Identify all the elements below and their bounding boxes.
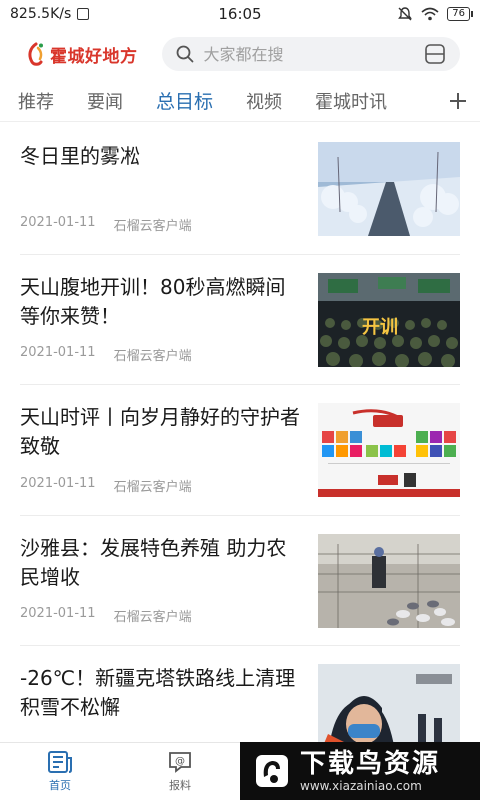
news-date: 2021-01-11 bbox=[20, 345, 96, 360]
tab-video[interactable]: 视频 bbox=[246, 88, 282, 114]
news-title: 沙雅县：发展特色养殖 助力农民增收 bbox=[20, 535, 287, 589]
app-logo: 霍城好地方 bbox=[26, 42, 138, 67]
bird-logo-icon bbox=[256, 755, 288, 787]
news-title: 冬日里的雾凇 bbox=[20, 144, 140, 168]
nav-report[interactable]: @ 报料 bbox=[120, 743, 240, 800]
news-title: 天山腹地开训！80秒高燃瞬间等你来赞！ bbox=[20, 274, 286, 328]
category-tabs: 推荐 要闻 总目标 视频 霍城时讯 bbox=[0, 80, 480, 122]
news-feed: 冬日里的雾凇 2021-01-11 石榴云客户端 天山腹地开训！80秒高燃瞬间等… bbox=[0, 124, 480, 777]
search-bar[interactable] bbox=[161, 37, 460, 71]
rime-landscape-thumbnail bbox=[318, 142, 460, 236]
tab-huocheng-news[interactable]: 霍城时讯 bbox=[315, 88, 387, 114]
plus-icon bbox=[450, 93, 466, 109]
pigeon-farm-thumbnail bbox=[318, 533, 460, 628]
news-source: 石榴云客户端 bbox=[113, 610, 192, 625]
newspaper-icon bbox=[48, 751, 72, 773]
tab-recommend[interactable]: 推荐 bbox=[18, 88, 54, 114]
news-item[interactable]: 天山时评丨向岁月静好的守护者致敬 2021-01-11 石榴云客户端 bbox=[20, 385, 460, 516]
nav-home-label: 首页 bbox=[49, 779, 71, 792]
pomegranate-logo-icon bbox=[28, 42, 43, 66]
news-date: 2021-01-11 bbox=[20, 606, 96, 621]
news-item[interactable]: 冬日里的雾凇 2021-01-11 石榴云客户端 bbox=[20, 124, 460, 255]
military-training-thumbnail: 开训 bbox=[318, 272, 460, 367]
news-item[interactable]: 沙雅县：发展特色养殖 助力农民增收 2021-01-11 石榴云客户端 bbox=[20, 516, 460, 646]
tab-headlines[interactable]: 要闻 bbox=[87, 88, 123, 114]
app-name: 霍城好地方 bbox=[50, 46, 138, 67]
search-input[interactable] bbox=[203, 44, 414, 64]
report-message-icon: @ bbox=[169, 752, 191, 773]
clock: 16:05 bbox=[218, 5, 262, 23]
tab-general-goal[interactable]: 总目标 bbox=[156, 87, 213, 114]
news-source: 石榴云客户端 bbox=[113, 218, 192, 234]
news-date: 2021-01-11 bbox=[20, 214, 96, 230]
watermark-title: 下载鸟资源 bbox=[300, 749, 441, 779]
battery-indicator: 76 bbox=[447, 7, 473, 21]
nav-report-label: 报料 bbox=[169, 779, 191, 792]
search-icon bbox=[176, 45, 193, 63]
svg-text:@: @ bbox=[175, 756, 185, 767]
news-item[interactable]: 天山腹地开训！80秒高燃瞬间等你来赞！ 2021-01-11 石榴云客户端 开训 bbox=[20, 255, 460, 385]
news-source: 石榴云客户端 bbox=[113, 349, 192, 364]
app-header: 霍城好地方 bbox=[0, 28, 480, 80]
news-date: 2021-01-11 bbox=[20, 475, 96, 491]
news-source: 石榴云客户端 bbox=[113, 479, 192, 495]
add-tab-button[interactable] bbox=[436, 80, 480, 121]
watermark-url: www.xiazainiao.com bbox=[300, 779, 422, 793]
news-title: 天山时评丨向岁月静好的守护者致敬 bbox=[20, 405, 300, 458]
thumb-caption: 开训 bbox=[362, 317, 398, 338]
status-bar: 825.5K/s 16:05 76 bbox=[0, 0, 480, 28]
site-watermark: 下载鸟资源 www.xiazainiao.com bbox=[240, 742, 480, 800]
nav-home[interactable]: 首页 bbox=[0, 743, 120, 800]
scan-icon[interactable] bbox=[424, 43, 446, 65]
commentary-poster-thumbnail bbox=[318, 403, 460, 497]
